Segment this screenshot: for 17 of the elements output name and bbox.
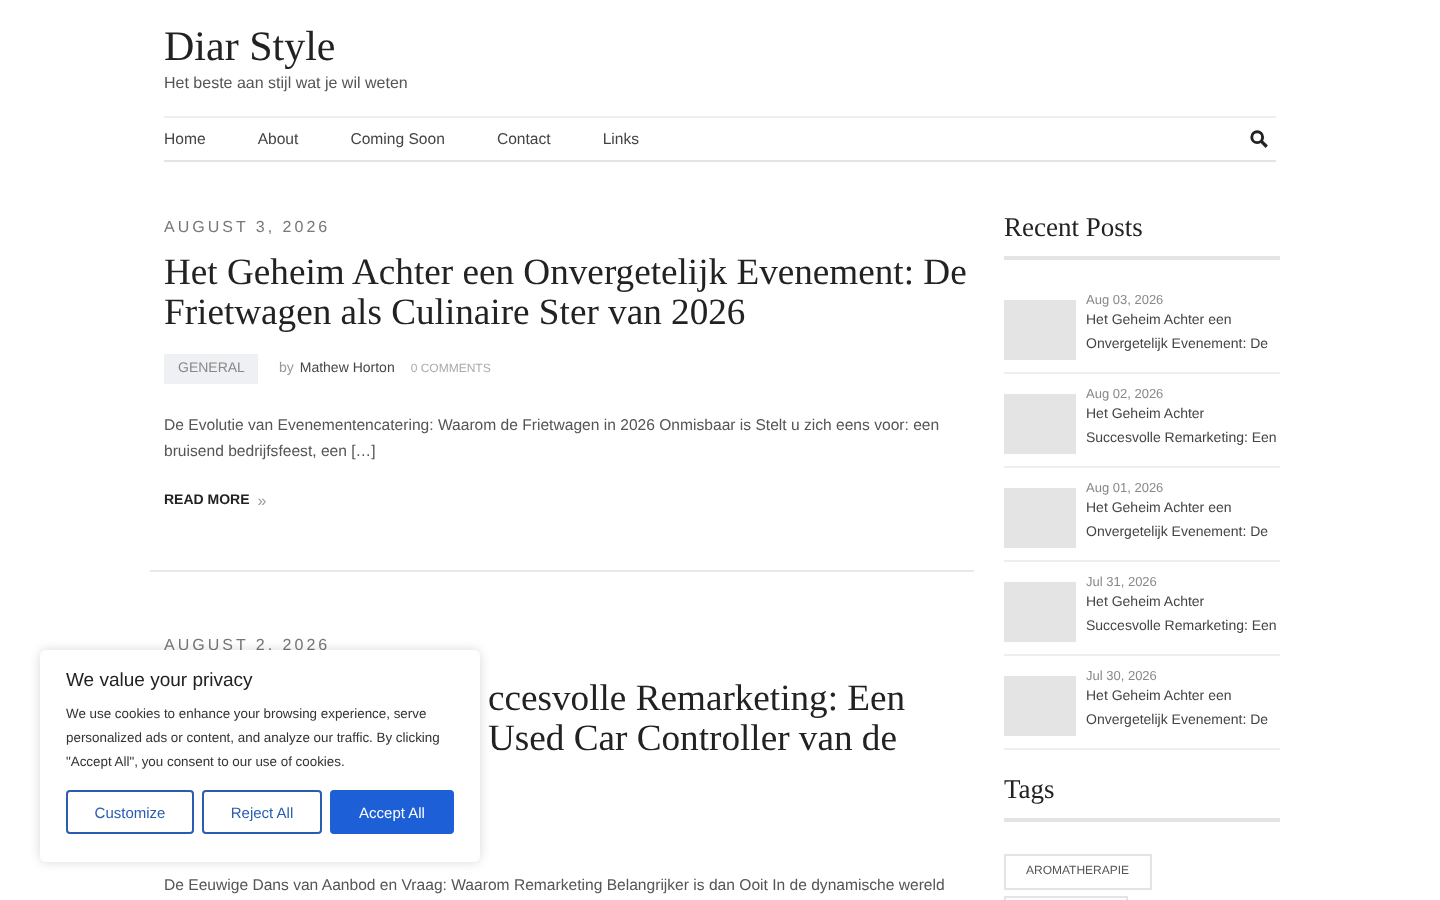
widget-title: Tags <box>1004 774 1280 822</box>
post-title[interactable]: Het Geheim Achter een Onvergetelijk Evenement: De <box>164 254 967 294</box>
thumbnail-placeholder[interactable] <box>1004 394 1076 454</box>
post-title[interactable]: Used Car Controller van de <box>488 720 897 760</box>
post-title[interactable]: ccesvolle Remarketing: Een <box>488 680 906 720</box>
widget-title: Recent Posts <box>1004 212 1280 260</box>
search-icon[interactable] <box>1250 130 1268 148</box>
chevron-icon: » <box>257 492 267 510</box>
thumbnail-placeholder[interactable] <box>1004 676 1076 736</box>
thumbnail-placeholder[interactable] <box>1004 488 1076 548</box>
site-title[interactable]: Diar Style <box>164 22 336 70</box>
thumbnail-placeholder[interactable] <box>1004 300 1076 360</box>
post-date: AUGUST 3, 2026 <box>164 218 333 238</box>
thumbnail-placeholder[interactable] <box>1004 582 1076 642</box>
cookie-title: We value your privacy <box>66 670 255 692</box>
post-title[interactable]: Frietwagen als Culinaire Ster van 2026 <box>164 294 746 334</box>
site-tagline: Het beste aan stijl wat je wil weten <box>164 74 410 92</box>
